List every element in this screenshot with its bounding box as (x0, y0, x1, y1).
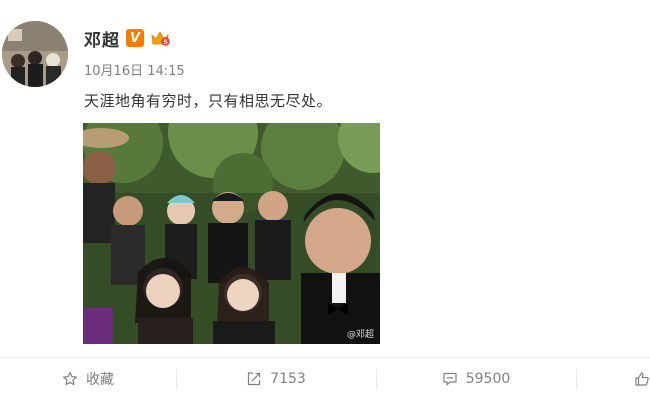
favorite-button[interactable]: 收藏 (0, 358, 176, 400)
share-icon (246, 371, 262, 387)
avatar[interactable] (2, 21, 68, 87)
comment-icon (442, 371, 458, 387)
post-photo[interactable]: @邓超 (83, 123, 380, 344)
comment-button[interactable]: 59500 (376, 358, 576, 400)
comment-count: 59500 (465, 371, 511, 387)
svg-text:5: 5 (163, 38, 168, 46)
name-row: 邓超 V 5 (84, 26, 170, 51)
favorite-label: 收藏 (86, 372, 114, 388)
action-bar: 收藏 7153 59500 (0, 358, 650, 400)
action-separator (176, 369, 177, 389)
verified-badge-icon[interactable]: V (126, 29, 144, 47)
weibo-post-card: 邓超 V 5 10月16日 14:15 天涯地角有穷时，只有相思无尽处。 @邓超… (0, 0, 650, 400)
thumbs-up-icon (634, 371, 650, 387)
post-text: 天涯地角有穷时，只有相思无尽处。 (84, 92, 333, 110)
username[interactable]: 邓超 (84, 26, 120, 51)
photo-watermark: @邓超 (346, 330, 374, 340)
action-separator (576, 369, 577, 389)
like-button[interactable] (576, 358, 650, 400)
forward-count: 7153 (270, 371, 306, 387)
crown-badge-icon[interactable]: 5 (150, 29, 170, 47)
forward-button[interactable]: 7153 (176, 358, 376, 400)
action-separator (376, 369, 377, 389)
star-icon (62, 371, 78, 387)
post-timestamp[interactable]: 10月16日 14:15 (84, 60, 185, 79)
